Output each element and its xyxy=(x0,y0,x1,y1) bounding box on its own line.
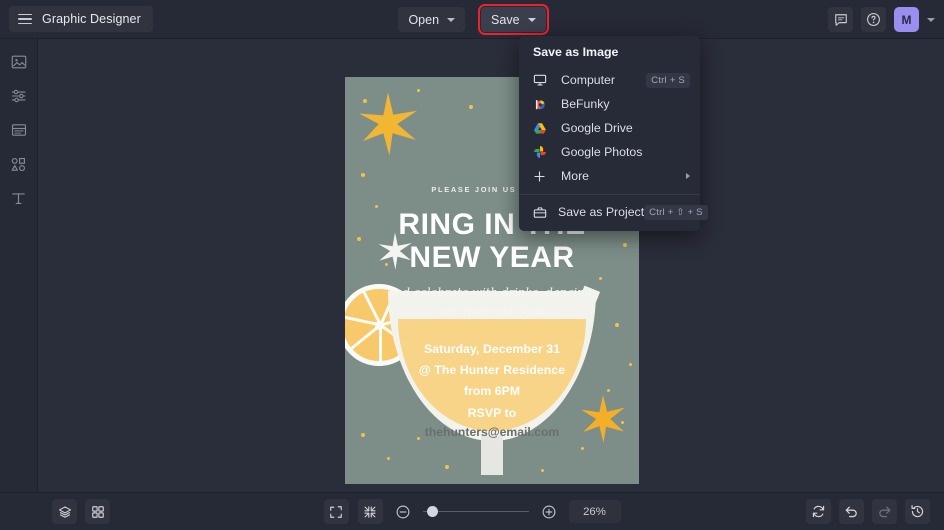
confetti-dot xyxy=(445,465,449,469)
confetti-dot xyxy=(387,457,390,460)
chevron-down-icon xyxy=(447,18,456,22)
zoom-level-value: 26% xyxy=(583,505,606,518)
menu-item-google-photos[interactable]: Google Photos xyxy=(519,140,700,164)
graphic-designer-app: Graphic Designer Open Save M PLEASE JOIN… xyxy=(0,0,944,530)
poster-headline-line2: NEW YEAR xyxy=(409,241,575,274)
chevron-down-icon xyxy=(527,18,536,22)
menu-item-label: Google Photos xyxy=(561,145,643,159)
redo-icon xyxy=(879,506,891,518)
menu-item-computer[interactable]: Computer Ctrl + S xyxy=(519,68,700,92)
menu-item-more[interactable]: More xyxy=(519,164,700,188)
zoom-level-display[interactable]: 26% xyxy=(568,500,621,523)
confetti-dot xyxy=(361,173,365,177)
avatar[interactable]: M xyxy=(894,7,919,32)
save-menu-title: Save as Image xyxy=(533,45,619,59)
fullscreen-button[interactable] xyxy=(323,499,349,524)
confetti-dot xyxy=(469,105,473,109)
poster-rsvp: RSVP to xyxy=(467,405,517,420)
poster-details-text: Saturday, December 31 @ The Hunter Resid… xyxy=(345,339,639,424)
sidebar-item-image[interactable] xyxy=(4,52,34,72)
menu-item-label: More xyxy=(561,169,590,183)
hamburger-menu-icon xyxy=(18,13,32,25)
save-dropdown-menu: Save as Image Computer Ctrl + S BeFunky … xyxy=(519,36,708,231)
confetti-dot xyxy=(541,469,544,472)
canvas-stage[interactable]: PLEASE JOIN US AS WE RING IN THE NEW YEA… xyxy=(38,39,944,492)
confetti-dot xyxy=(615,323,619,327)
reset-icon xyxy=(812,505,825,518)
menu-item-label: BeFunky xyxy=(561,97,610,111)
zoom-slider-track xyxy=(422,510,529,513)
menu-item-label: Computer xyxy=(561,73,615,87)
menu-item-label: Google Drive xyxy=(561,121,633,135)
open-label: Open xyxy=(408,12,440,27)
menu-item-shortcut: Ctrl + S xyxy=(646,72,690,88)
google-drive-icon xyxy=(533,122,550,135)
sliders-icon xyxy=(11,89,25,103)
bottom-right-actions xyxy=(806,499,930,524)
cocktail-glass-stem xyxy=(481,435,503,475)
undo-icon xyxy=(845,506,857,518)
zoom-slider-handle[interactable] xyxy=(426,506,438,517)
history-button[interactable] xyxy=(905,499,930,524)
redo-button[interactable] xyxy=(872,499,897,524)
sidebar-item-edit[interactable] xyxy=(4,86,34,106)
text-type-icon xyxy=(12,192,25,204)
shapes-icon xyxy=(11,157,25,171)
poster-venue: @ The Hunter Residence xyxy=(418,363,566,378)
poster-script-line2: and delicious food xyxy=(438,304,546,318)
fullscreen-icon xyxy=(330,505,342,518)
menu-divider xyxy=(519,194,700,195)
gold-starburst-icon xyxy=(358,92,418,156)
sidebar-item-templates[interactable] xyxy=(4,120,34,140)
briefcase-icon xyxy=(533,206,547,219)
menu-item-shortcut: Ctrl + ⇧ + S xyxy=(644,204,708,220)
zoom-in-icon xyxy=(542,505,555,518)
confetti-dot xyxy=(599,277,602,280)
undo-button[interactable] xyxy=(839,499,864,524)
avatar-initial: M xyxy=(901,12,912,27)
confetti-dot xyxy=(581,447,584,450)
poster-time: from 6PM xyxy=(463,384,521,399)
reset-button[interactable] xyxy=(806,499,831,524)
feedback-button[interactable] xyxy=(828,7,853,32)
help-circle-icon xyxy=(867,13,880,26)
befunky-logo-icon xyxy=(533,98,550,111)
plus-icon xyxy=(533,170,550,183)
monitor-icon xyxy=(533,73,550,87)
sidebar-item-text[interactable] xyxy=(4,188,34,208)
account-chevron-down-icon[interactable] xyxy=(927,17,935,22)
poster-script-text: and celebrate with drinks, dancing, and … xyxy=(345,283,639,321)
menu-item-befunky[interactable]: BeFunky xyxy=(519,92,700,116)
image-icon xyxy=(11,55,26,69)
zoom-slider[interactable] xyxy=(422,505,529,519)
sidebar-item-graphics[interactable] xyxy=(4,154,34,174)
open-button[interactable]: Open xyxy=(398,7,466,32)
bottom-toolbar: 26% xyxy=(0,492,944,530)
left-tool-rail xyxy=(0,39,38,492)
zoom-in-button[interactable] xyxy=(538,501,560,523)
app-menu-button[interactable]: Graphic Designer xyxy=(9,6,153,32)
menu-item-save-as-project[interactable]: Save as Project Ctrl + ⇧ + S xyxy=(519,200,708,224)
zoom-out-icon xyxy=(396,505,409,518)
poster-email: thehunters@email.com xyxy=(424,425,560,439)
app-title: Graphic Designer xyxy=(42,12,141,26)
toolbar-right-actions: M xyxy=(828,0,935,39)
save-button[interactable]: Save xyxy=(478,4,549,35)
poster-date: Saturday, December 31 xyxy=(423,342,560,356)
top-toolbar: Graphic Designer Open Save M xyxy=(0,0,944,39)
poster-script-line1: and celebrate with drinks, dancing, xyxy=(388,285,596,299)
help-button[interactable] xyxy=(861,7,886,32)
save-label: Save xyxy=(491,12,520,27)
chat-feedback-icon xyxy=(834,13,847,26)
fit-to-screen-button[interactable] xyxy=(357,499,383,524)
google-photos-icon xyxy=(533,145,550,159)
templates-icon xyxy=(11,124,26,136)
menu-item-google-drive[interactable]: Google Drive xyxy=(519,116,700,140)
menu-item-label: Save as Project xyxy=(558,205,645,219)
chevron-right-icon xyxy=(686,173,690,179)
zoom-out-button[interactable] xyxy=(392,501,414,523)
fit-to-screen-icon xyxy=(364,505,376,518)
history-icon xyxy=(911,505,924,518)
zoom-controls: 26% xyxy=(0,499,944,524)
